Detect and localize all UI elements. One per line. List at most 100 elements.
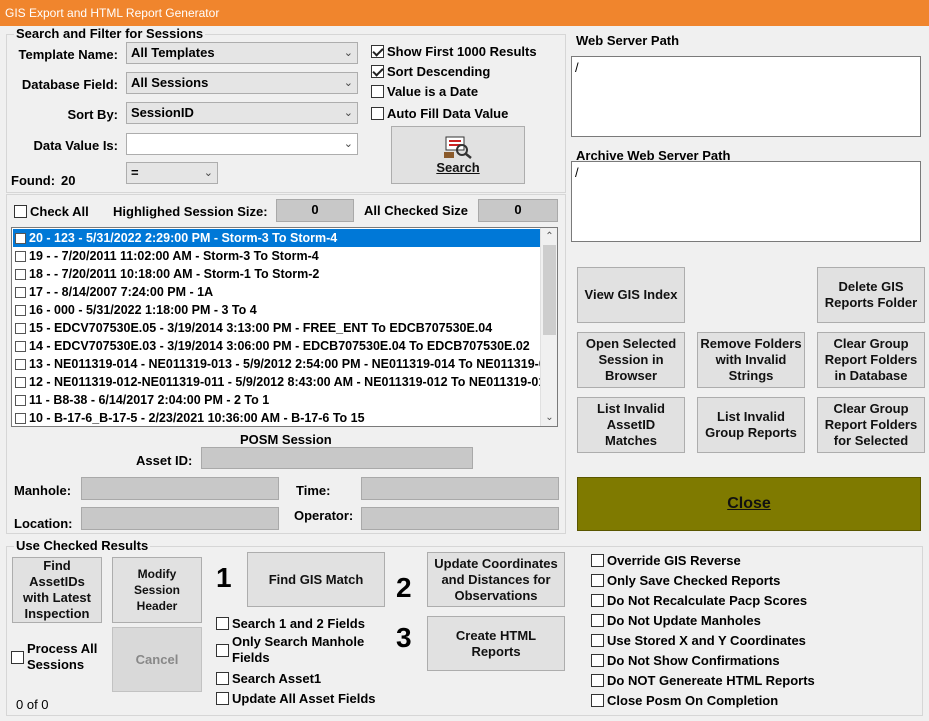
option-checkbox[interactable]: Use Stored X and Y Coordinates	[591, 633, 806, 648]
option-checkbox[interactable]: Do Not Show Confirmations	[591, 653, 780, 668]
checkbox-box[interactable]	[591, 554, 604, 567]
option-checkbox[interactable]: Do Not Update Manholes	[591, 613, 761, 628]
data-value-input[interactable]: ⌄	[126, 133, 358, 155]
update-coordinates-button[interactable]: Update Coordinates and Distances for Obs…	[427, 552, 565, 607]
session-list-item[interactable]: 12 - NE011319-012-NE011319-011 - 5/9/201…	[13, 373, 540, 391]
value-is-date-checkbox[interactable]: Value is a Date	[371, 84, 478, 99]
checkbox-box[interactable]	[14, 205, 27, 218]
option-checkbox[interactable]: Do NOT Genereate HTML Reports	[591, 673, 815, 688]
cancel-button[interactable]: Cancel	[112, 627, 202, 692]
checkbox-box[interactable]	[371, 107, 384, 120]
time-field	[361, 477, 559, 500]
checkbox-box[interactable]	[371, 85, 384, 98]
session-item-label: 20 - 123 - 5/31/2022 2:29:00 PM - Storm-…	[29, 231, 338, 245]
process-all-sessions-checkbox[interactable]: Process All Sessions	[11, 641, 107, 673]
option-checkbox[interactable]: Only Save Checked Reports	[591, 573, 780, 588]
checkbox-box[interactable]	[591, 594, 604, 607]
auto-fill-label: Auto Fill Data Value	[387, 106, 509, 121]
checkbox-box[interactable]	[591, 674, 604, 687]
list-invalid-assetid-button[interactable]: List Invalid AssetID Matches	[577, 397, 685, 453]
location-label: Location:	[14, 516, 73, 531]
session-list-item[interactable]: 18 - - 7/20/2011 10:18:00 AM - Storm-1 T…	[13, 265, 540, 283]
show-first-checkbox[interactable]: Show First 1000 Results	[371, 44, 537, 59]
checkbox-box[interactable]	[15, 394, 26, 406]
modify-session-header-button[interactable]: Modify Session Header	[112, 557, 202, 623]
search-1-2-fields-checkbox[interactable]: Search 1 and 2 Fields	[216, 616, 365, 631]
session-item-label: 14 - EDCV707530E.03 - 3/19/2014 3:06:00 …	[29, 339, 530, 353]
checkbox-box[interactable]	[371, 65, 384, 78]
update-all-asset-fields-checkbox[interactable]: Update All Asset Fields	[216, 691, 376, 706]
search-button[interactable]: Search	[391, 126, 525, 184]
checkbox-box[interactable]	[15, 304, 26, 316]
session-list-item[interactable]: 16 - 000 - 5/31/2022 1:18:00 PM - 3 To 4	[13, 301, 540, 319]
session-list-item[interactable]: 13 - NE011319-014 - NE011319-013 - 5/9/2…	[13, 355, 540, 373]
checkbox-box[interactable]	[15, 376, 26, 388]
option-checkbox[interactable]: Override GIS Reverse	[591, 553, 741, 568]
checkbox-box[interactable]	[216, 643, 229, 657]
find-assetids-button[interactable]: Find AssetIDs with Latest Inspection	[12, 557, 102, 623]
delete-gis-reports-button[interactable]: Delete GIS Reports Folder	[817, 267, 925, 323]
session-list[interactable]: 20 - 123 - 5/31/2022 2:29:00 PM - Storm-…	[11, 227, 558, 427]
archive-web-path-field[interactable]: /	[571, 161, 921, 242]
checkbox-box[interactable]	[15, 250, 26, 262]
only-search-manhole-checkbox[interactable]: Only Search Manhole Fields	[216, 634, 382, 666]
step-2-marker: 2	[396, 572, 412, 603]
option-checkbox[interactable]: Do Not Recalculate Pacp Scores	[591, 593, 807, 608]
operator-select[interactable]: = ⌄	[126, 162, 218, 184]
checkbox-box[interactable]	[371, 45, 384, 58]
sort-by-select[interactable]: SessionID ⌄	[126, 102, 358, 124]
checkbox-box[interactable]	[15, 412, 26, 424]
option-checkbox[interactable]: Close Posm On Completion	[591, 693, 778, 708]
session-list-item[interactable]: 20 - 123 - 5/31/2022 2:29:00 PM - Storm-…	[13, 229, 540, 247]
view-gis-index-button[interactable]: View GIS Index	[577, 267, 685, 323]
remove-invalid-folders-button[interactable]: Remove Folders with Invalid Strings	[697, 332, 805, 388]
checkbox-box[interactable]	[15, 322, 26, 334]
session-list-item[interactable]: 19 - - 7/20/2011 11:02:00 AM - Storm-3 T…	[13, 247, 540, 265]
check-all-checkbox[interactable]: Check All	[14, 204, 89, 219]
checkbox-box[interactable]	[15, 268, 26, 280]
session-list-item[interactable]: 11 - B8-38 - 6/14/2017 2:04:00 PM - 2 To…	[13, 391, 540, 409]
auto-fill-checkbox[interactable]: Auto Fill Data Value	[371, 106, 508, 121]
checkbox-box[interactable]	[15, 340, 26, 352]
clear-group-folders-db-button[interactable]: Clear Group Report Folders in Database	[817, 332, 925, 388]
checkbox-box[interactable]	[591, 614, 604, 627]
session-list-item[interactable]: 17 - - 8/14/2007 7:24:00 PM - 1A	[13, 283, 540, 301]
open-selected-session-button[interactable]: Open Selected Session in Browser	[577, 332, 685, 388]
checkbox-box[interactable]	[216, 617, 229, 630]
scroll-down-icon[interactable]: ⌄	[541, 409, 557, 426]
database-field-select[interactable]: All Sessions ⌄	[126, 72, 358, 94]
find-gis-match-button[interactable]: Find GIS Match	[247, 552, 385, 607]
checkbox-box[interactable]	[591, 654, 604, 667]
search-asset1-checkbox[interactable]: Search Asset1	[216, 671, 321, 686]
session-list-item[interactable]: 10 - B-17-6_B-17-5 - 2/23/2021 10:36:00 …	[13, 409, 540, 426]
checkbox-box[interactable]	[15, 232, 26, 244]
sort-descending-checkbox[interactable]: Sort Descending	[371, 64, 490, 79]
checkbox-box[interactable]	[591, 634, 604, 647]
session-list-item[interactable]: 14 - EDCV707530E.03 - 3/19/2014 3:06:00 …	[13, 337, 540, 355]
value-is-date-label: Value is a Date	[387, 84, 479, 99]
highlighted-size-label: Highlighed Session Size:	[113, 204, 268, 219]
template-name-select[interactable]: All Templates ⌄	[126, 42, 358, 64]
check-all-label: Check All	[30, 204, 89, 219]
checkbox-box[interactable]	[15, 358, 26, 370]
checkbox-box[interactable]	[591, 694, 604, 707]
time-label: Time:	[296, 483, 331, 498]
use-checked-title: Use Checked Results	[14, 538, 151, 553]
list-invalid-group-button[interactable]: List Invalid Group Reports	[697, 397, 805, 453]
checkbox-box[interactable]	[15, 286, 26, 298]
create-html-reports-button[interactable]: Create HTML Reports	[427, 616, 565, 671]
scrollbar-thumb[interactable]	[543, 245, 556, 335]
list-scrollbar[interactable]: ⌃ ⌄	[540, 228, 557, 426]
operator-label: Operator:	[294, 508, 354, 523]
checkbox-box[interactable]	[591, 574, 604, 587]
checkbox-box[interactable]	[11, 650, 24, 664]
web-server-path-field[interactable]: /	[571, 56, 921, 137]
checkbox-box[interactable]	[216, 672, 229, 685]
session-list-item[interactable]: 15 - EDCV707530E.05 - 3/19/2014 3:13:00 …	[13, 319, 540, 337]
window-title: GIS Export and HTML Report Generator	[5, 6, 220, 20]
scroll-up-icon[interactable]: ⌃	[541, 228, 557, 245]
checkbox-box[interactable]	[216, 692, 229, 705]
clear-group-folders-selected-button[interactable]: Clear Group Report Folders for Selected	[817, 397, 925, 453]
process-all-label: Process All Sessions	[27, 641, 98, 672]
close-button[interactable]: Close	[577, 477, 921, 531]
